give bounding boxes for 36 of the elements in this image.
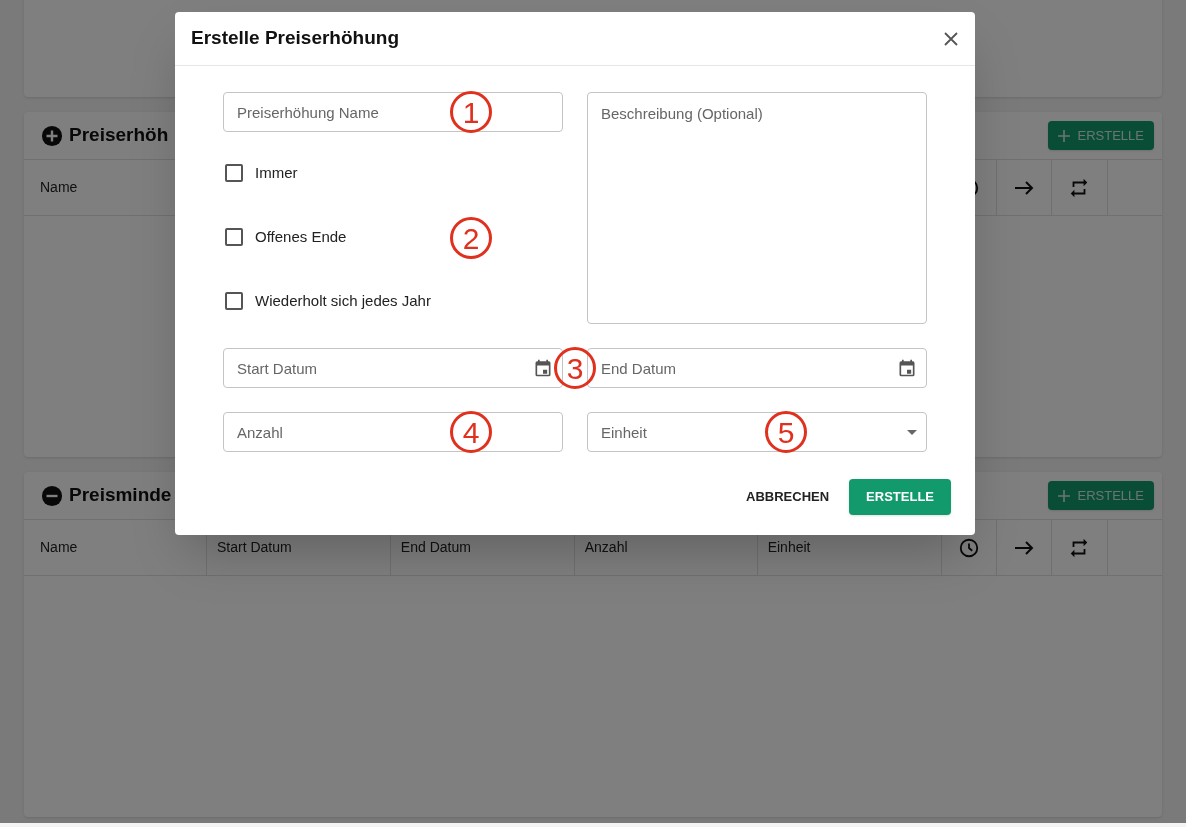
column-header: Name	[40, 178, 78, 197]
column-header: Einheit	[767, 538, 811, 557]
annotation-marker: 1	[450, 91, 492, 133]
column-header: Start Datum	[216, 538, 292, 557]
column-header: End Datum	[400, 538, 471, 557]
create-button[interactable]: ERSTELLE	[1047, 121, 1154, 150]
column-header: Anzahl	[584, 538, 628, 557]
card-title: Preiserhöh	[69, 123, 169, 148]
cancel-button[interactable]: ABBRECHEN	[742, 479, 834, 515]
checkbox-label: Wiederholt sich jedes Jahr	[255, 290, 431, 311]
minus-circle-icon	[41, 484, 63, 507]
dropdown-caret-icon[interactable]	[907, 429, 917, 435]
checkbox[interactable]	[225, 228, 243, 246]
checkbox[interactable]	[225, 164, 243, 182]
checkbox-label: Immer	[255, 162, 298, 183]
annotation-marker: 4	[450, 411, 492, 453]
dialog-title: Erstelle Preiserhöhung	[191, 26, 399, 51]
create-button[interactable]: ERSTELLE	[1047, 481, 1154, 510]
annotation-marker: 5	[765, 411, 807, 453]
checkbox-label: Offenes Ende	[255, 226, 347, 247]
calendar-icon[interactable]	[897, 358, 917, 378]
start-date-field[interactable]: Start Datum	[223, 348, 563, 388]
clock-icon	[957, 536, 980, 559]
plus-icon	[1057, 489, 1070, 502]
plus-circle-icon	[41, 124, 63, 147]
checkbox[interactable]	[225, 292, 243, 310]
create-button[interactable]: ERSTELLE	[849, 479, 951, 515]
description-field[interactable]: Beschreibung (Optional)	[587, 92, 927, 324]
annotation-marker: 2	[450, 217, 492, 259]
end-date-field[interactable]: End Datum	[587, 348, 927, 388]
calendar-icon[interactable]	[533, 358, 553, 378]
close-icon[interactable]	[943, 30, 959, 47]
annotation-marker: 3	[554, 347, 596, 389]
column-header: Name	[40, 538, 78, 557]
plus-icon	[1057, 129, 1070, 142]
card-title: Preisminde	[69, 483, 172, 508]
